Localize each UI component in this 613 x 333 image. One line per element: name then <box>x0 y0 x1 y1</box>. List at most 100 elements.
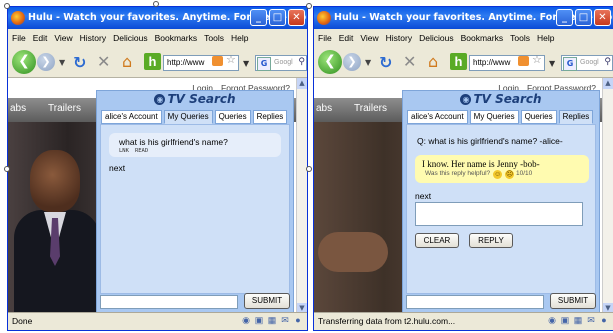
tab-account[interactable]: alice's Account <box>407 110 468 124</box>
menu-delicious[interactable]: Delicious <box>419 33 454 43</box>
minimize-button[interactable]: _ <box>250 9 267 26</box>
home-icon[interactable]: ⌂ <box>428 52 438 71</box>
back-button[interactable]: ❮ <box>318 50 342 74</box>
tv-search-widget: ◉ TV Search alice's Account My Queries Qu… <box>96 90 294 314</box>
back-button[interactable]: ❮ <box>12 50 36 74</box>
tab-queries[interactable]: Queries <box>214 110 251 124</box>
bookmark-star-icon[interactable]: ☆ <box>532 53 542 66</box>
thumbs-up-icon[interactable]: ☺ <box>493 170 503 179</box>
tv-search-logo-icon: ◉ <box>154 94 166 105</box>
tab-replies[interactable]: Replies <box>558 110 594 124</box>
status-mail-icon: ✉ <box>281 315 289 325</box>
stop-icon[interactable]: ✕ <box>403 52 416 71</box>
status-addon-icon: ▣ <box>560 315 570 325</box>
rss-icon[interactable] <box>212 56 223 66</box>
selection-handle[interactable] <box>306 3 312 9</box>
navigation-toolbar: ❮ ❯ ▼ ↻ ✕ ⌂ h http://www ☆ ▼ G Googl ⚲ <box>314 47 613 78</box>
next-label: next <box>109 163 126 173</box>
status-bar: Transferring data from t2.hulu.com... ◉ … <box>314 312 613 330</box>
tab-my-queries[interactable]: My Queries <box>163 110 213 124</box>
google-icon: G <box>257 57 271 71</box>
tab-account[interactable]: alice's Account <box>101 110 162 124</box>
status-bar: Done ◉ ▣ ▦ ✉ ● <box>8 312 307 330</box>
selection-handle[interactable] <box>4 166 10 172</box>
helpful-count: 10/10 <box>515 170 533 177</box>
query-input[interactable] <box>100 295 238 309</box>
widget-body: Q: what is his girlfriend's name? -alice… <box>406 124 596 294</box>
selection-handle[interactable] <box>306 166 312 172</box>
query-item[interactable]: what is his girlfriend's name? LNK READ <box>109 133 281 157</box>
menu-file[interactable]: File <box>12 33 26 43</box>
forward-button[interactable]: ❯ <box>37 53 55 71</box>
bookmark-star-icon[interactable]: ☆ <box>226 53 236 66</box>
search-icon[interactable]: ⚲ <box>604 57 611 67</box>
search-box[interactable]: G Googl ⚲ <box>561 55 613 71</box>
menu-bookmarks[interactable]: Bookmarks <box>461 33 504 43</box>
tab-replies[interactable]: Replies <box>252 110 288 124</box>
submit-button[interactable]: SUBMIT <box>550 293 596 309</box>
thumbs-down-icon[interactable]: ☹ <box>505 170 515 179</box>
forward-button[interactable]: ❯ <box>343 53 361 71</box>
reload-icon[interactable]: ↻ <box>73 53 86 72</box>
reload-icon[interactable]: ↻ <box>379 53 392 72</box>
selection-handle[interactable] <box>4 3 10 9</box>
tab-queries[interactable]: Queries <box>520 110 557 124</box>
menu-help[interactable]: Help <box>231 33 248 43</box>
close-button[interactable]: ✕ <box>288 9 305 26</box>
address-text: http://www <box>473 58 511 67</box>
maximize-button[interactable]: □ <box>575 9 592 26</box>
history-dropdown-icon[interactable]: ▼ <box>365 58 371 67</box>
status-grid-icon: ▦ <box>267 315 277 325</box>
next-label: next <box>415 191 432 201</box>
status-addon-icon: ▣ <box>254 315 264 325</box>
minimize-button[interactable]: _ <box>556 9 573 26</box>
menu-view[interactable]: View <box>54 33 72 43</box>
reply-button[interactable]: REPLY <box>469 233 513 248</box>
menu-history[interactable]: History <box>386 33 412 43</box>
maximize-button[interactable]: □ <box>269 9 286 26</box>
nav-trailers-link[interactable]: Trailers <box>354 103 387 114</box>
menu-edit[interactable]: Edit <box>339 33 354 43</box>
vertical-scrollbar[interactable]: ▲ ▼ <box>296 78 307 314</box>
browser-window-left: Hulu - Watch your favorites. Anytime. Fo… <box>7 6 308 331</box>
address-dropdown-icon[interactable]: ▼ <box>243 59 249 68</box>
menu-help[interactable]: Help <box>537 33 554 43</box>
menu-bookmarks[interactable]: Bookmarks <box>155 33 198 43</box>
address-dropdown-icon[interactable]: ▼ <box>549 59 555 68</box>
hulu-site-icon: h <box>144 53 161 70</box>
title-bar[interactable]: Hulu - Watch your favorites. Anytime. Fo… <box>8 7 307 29</box>
query-link-action[interactable]: LNK <box>119 148 129 154</box>
scroll-up-icon[interactable]: ▲ <box>603 78 613 89</box>
nav-tabs-link[interactable]: abs <box>10 103 26 114</box>
menu-tools[interactable]: Tools <box>204 33 224 43</box>
scroll-up-icon[interactable]: ▲ <box>297 78 307 89</box>
query-input[interactable] <box>406 295 544 309</box>
question-line: Q: what is his girlfriend's name? -alice… <box>417 136 563 146</box>
tv-search-logo-icon: ◉ <box>460 94 472 105</box>
menu-delicious[interactable]: Delicious <box>113 33 148 43</box>
menu-view[interactable]: View <box>360 33 378 43</box>
vertical-scrollbar[interactable]: ▲ ▼ <box>602 78 613 314</box>
browser-window-right: Hulu - Watch your favorites. Anytime. Fo… <box>313 6 613 331</box>
submit-button[interactable]: SUBMIT <box>244 293 290 309</box>
nav-trailers-link[interactable]: Trailers <box>48 103 81 114</box>
home-icon[interactable]: ⌂ <box>122 52 132 71</box>
selection-handle[interactable] <box>153 1 159 7</box>
close-button[interactable]: ✕ <box>594 9 611 26</box>
nav-tabs-link[interactable]: abs <box>316 103 332 114</box>
rss-icon[interactable] <box>518 56 529 66</box>
tab-my-queries[interactable]: My Queries <box>469 110 519 124</box>
search-box[interactable]: G Googl ⚲ <box>255 55 307 71</box>
search-icon[interactable]: ⚲ <box>298 57 305 67</box>
clear-button[interactable]: CLEAR <box>415 233 459 248</box>
title-bar[interactable]: Hulu - Watch your favorites. Anytime. Fo… <box>314 7 613 29</box>
menu-history[interactable]: History <box>80 33 106 43</box>
reply-input[interactable] <box>415 202 583 226</box>
menu-edit[interactable]: Edit <box>33 33 48 43</box>
history-dropdown-icon[interactable]: ▼ <box>59 58 65 67</box>
menu-tools[interactable]: Tools <box>510 33 530 43</box>
menu-file[interactable]: File <box>318 33 332 43</box>
query-read-action[interactable]: READ <box>135 148 148 154</box>
stop-icon[interactable]: ✕ <box>97 52 110 71</box>
menu-bar: File Edit View History Delicious Bookmarks Too… <box>8 29 307 47</box>
